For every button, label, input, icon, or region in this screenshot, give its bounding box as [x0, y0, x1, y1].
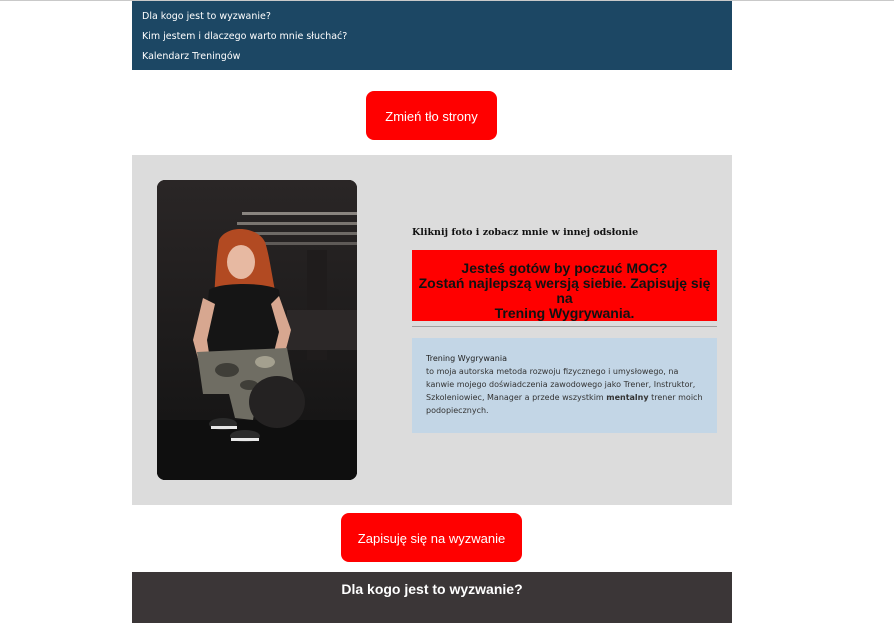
method-text-strong: mentalny — [606, 393, 649, 402]
section-divider — [412, 326, 717, 327]
for-whom-section: Dla kogo jest to wyzwanie? — [132, 572, 732, 623]
nav-item-training-calendar[interactable]: Kalendarz Treningów — [142, 51, 240, 62]
callout-line-1: Jesteś gotów by poczuć MOC? — [461, 260, 668, 276]
change-background-button[interactable]: Zmień tło strony — [366, 91, 497, 140]
method-description: Trening Wygrywania to moja autorska meto… — [412, 338, 717, 433]
photo-click-hint: Kliknij foto i zobacz mnie w innej odsło… — [412, 227, 639, 238]
callout-line-3: Trening Wygrywania. — [494, 305, 635, 321]
trainer-photo-image — [157, 180, 357, 480]
challenge-callout: Jesteś gotów by poczuć MOC? Zostań najle… — [412, 250, 717, 321]
trainer-photo[interactable] — [157, 180, 357, 480]
signup-button[interactable]: Zapisuję się na wyzwanie — [341, 513, 522, 562]
method-title: Trening Wygrywania — [426, 354, 507, 363]
hero-section: Kliknij foto i zobacz mnie w innej odsło… — [132, 155, 732, 505]
top-navigation: Dla kogo jest to wyzwanie? Kim jestem i … — [132, 1, 732, 70]
callout-line-2: Zostań najlepszą wersją siebie. Zapisuję… — [418, 275, 711, 306]
nav-item-for-whom[interactable]: Dla kogo jest to wyzwanie? — [142, 11, 271, 22]
nav-item-about-me[interactable]: Kim jestem i dlaczego warto mnie słuchać… — [142, 31, 347, 42]
section-heading: Dla kogo jest to wyzwanie? — [341, 581, 523, 597]
